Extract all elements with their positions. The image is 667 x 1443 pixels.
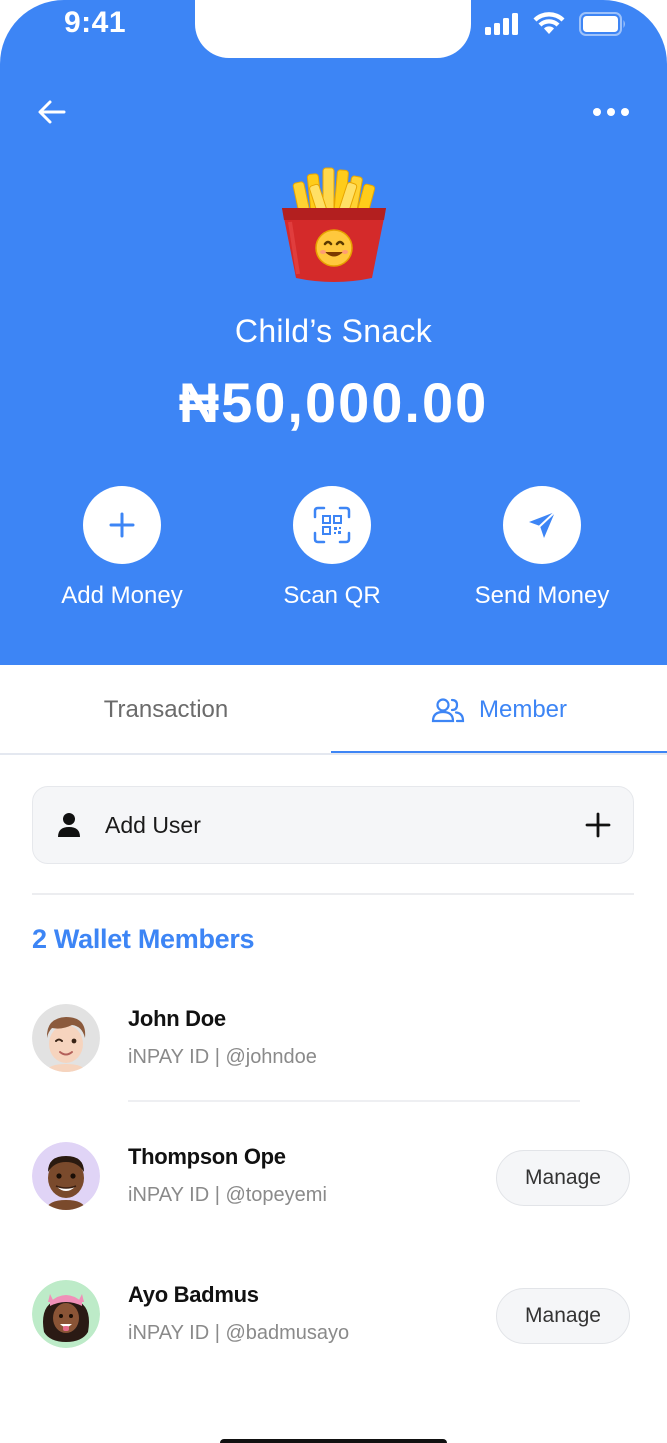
tab-transaction[interactable]: Transaction <box>0 665 332 755</box>
member-handle: iNPAY ID | @johndoe <box>128 1046 317 1068</box>
send-money-circle[interactable] <box>503 486 581 564</box>
tab-bar: Transaction Member <box>0 665 667 755</box>
tab-divider <box>0 753 667 755</box>
wallet-name: Child’s Snack <box>234 313 433 349</box>
member-handle: iNPAY ID | @badmusayo <box>128 1322 350 1344</box>
add-user-row[interactable]: Add User <box>32 786 634 864</box>
avatar <box>32 1142 100 1210</box>
add-money-button[interactable]: Add Money <box>22 486 222 610</box>
add-money-label: Add Money <box>61 582 183 609</box>
paper-plane-icon <box>529 511 556 538</box>
member-divider <box>128 1100 580 1102</box>
member-name: Ayo Badmus <box>128 1282 259 1307</box>
tab-member[interactable]: Member <box>331 665 667 755</box>
device-notch <box>195 0 471 58</box>
send-money-button[interactable]: Send Money <box>442 486 642 610</box>
wallet-balance: ₦50,000.00 <box>178 371 489 434</box>
member-row[interactable]: Ayo Badmus iNPAY ID | @badmusayo Manage <box>32 1280 634 1350</box>
users-icon <box>431 698 465 723</box>
scan-qr-label: Scan QR <box>283 582 381 609</box>
member-handle: iNPAY ID | @topeyemi <box>128 1184 327 1206</box>
battery-icon <box>579 12 625 36</box>
add-user-label: Add User <box>105 811 201 838</box>
cellular-signal-icon <box>485 13 518 35</box>
member-name: Thompson Ope <box>128 1144 286 1169</box>
home-indicator <box>220 1439 447 1443</box>
manage-button[interactable]: Manage <box>496 1288 630 1344</box>
send-money-label: Send Money <box>474 582 610 609</box>
plus-icon[interactable] <box>585 812 611 838</box>
french-fries-icon <box>276 162 392 284</box>
wallet-header: 9:41 Child’s Snack ₦50,000.00 Add Money … <box>0 0 667 665</box>
user-icon <box>58 813 80 837</box>
manage-button[interactable]: Manage <box>496 1150 630 1206</box>
status-time: 9:41 <box>64 6 127 39</box>
add-money-circle[interactable] <box>83 486 161 564</box>
section-divider <box>32 893 634 895</box>
member-row[interactable]: Thompson Ope iNPAY ID | @topeyemi Manage <box>32 1142 634 1212</box>
avatar <box>32 1280 100 1348</box>
member-row[interactable]: John Doe iNPAY ID | @johndoe <box>32 1004 634 1074</box>
arrow-left-icon <box>38 100 66 124</box>
qr-scan-icon <box>313 506 351 544</box>
wallet-members-title: 2 Wallet Members <box>32 924 255 954</box>
tab-transaction-label: Transaction <box>103 696 229 723</box>
wifi-icon <box>533 12 565 34</box>
more-dots-icon <box>593 108 629 116</box>
status-icons <box>485 12 627 36</box>
avatar <box>32 1004 100 1072</box>
more-options-button[interactable] <box>591 98 631 126</box>
scan-qr-button[interactable]: Scan QR <box>232 486 432 610</box>
plus-icon <box>109 512 135 538</box>
tab-member-label: Member <box>478 696 568 723</box>
back-button[interactable] <box>34 94 70 130</box>
member-name: John Doe <box>128 1006 226 1031</box>
scan-qr-circle[interactable] <box>293 486 371 564</box>
